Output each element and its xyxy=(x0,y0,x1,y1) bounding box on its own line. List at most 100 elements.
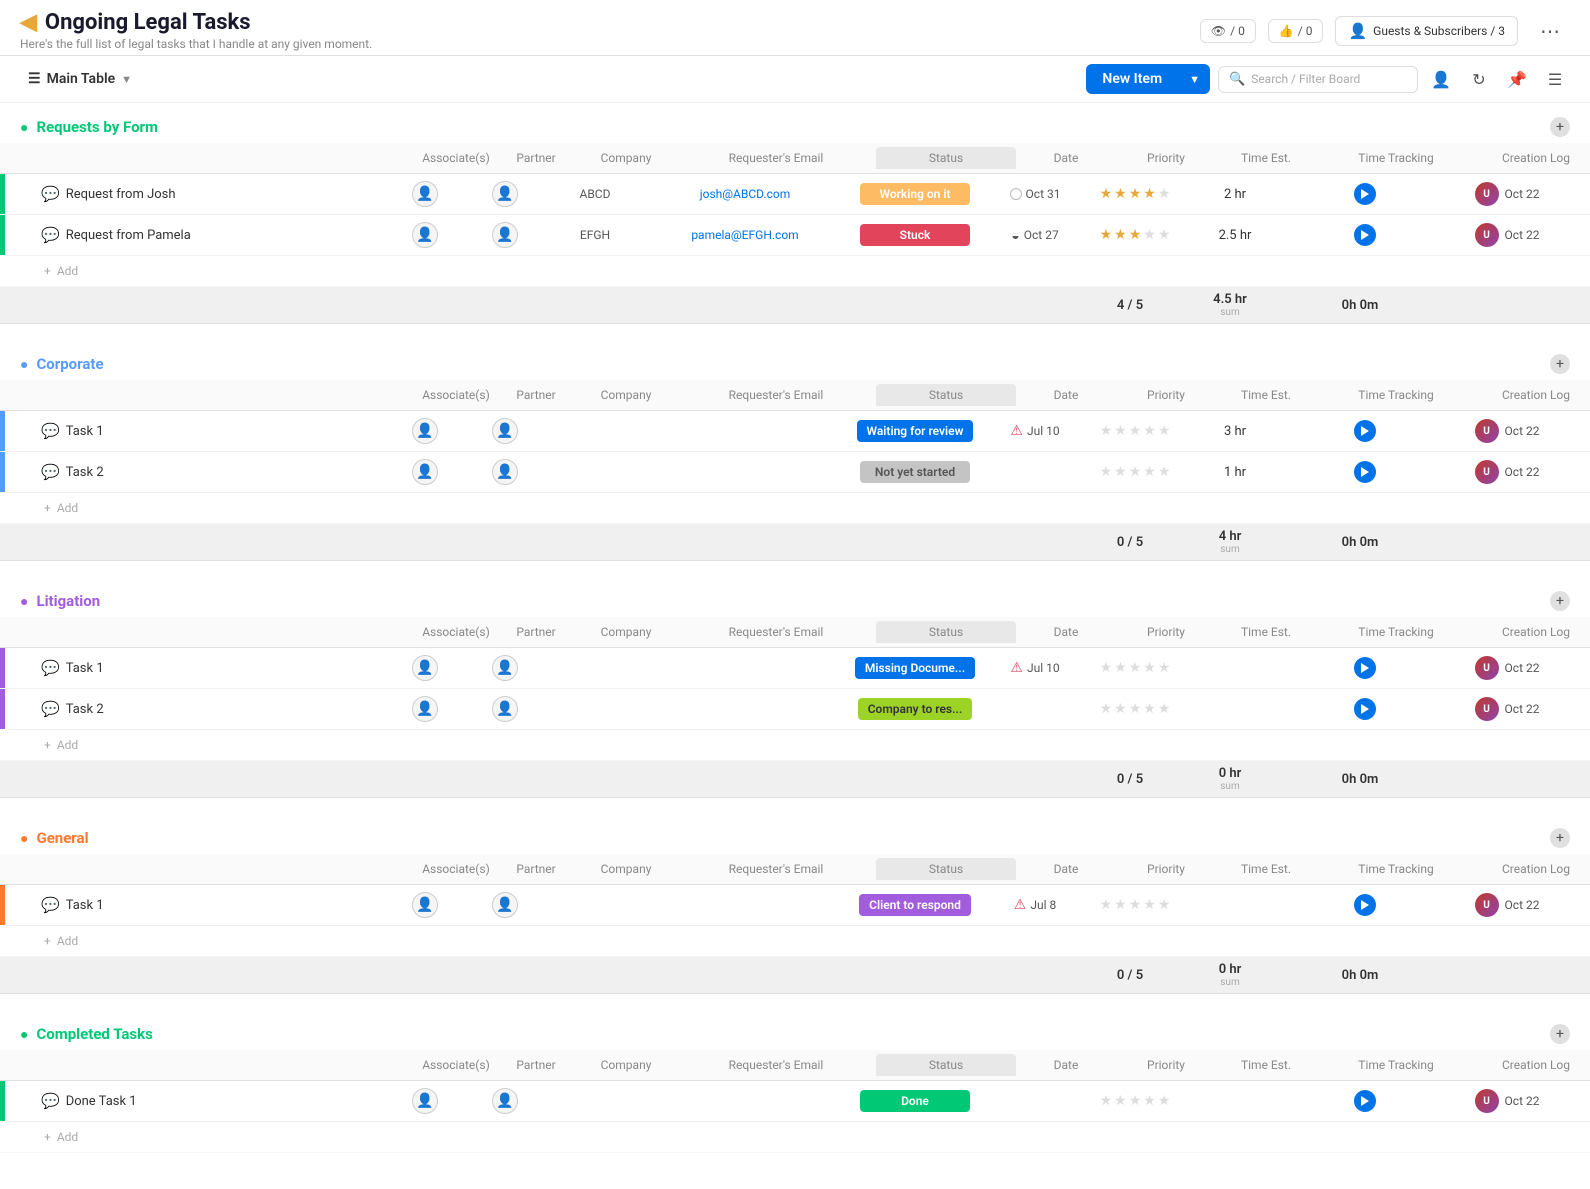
add-row-button[interactable]: + Add xyxy=(0,926,1590,957)
summary-empty-name xyxy=(0,287,380,323)
play-button[interactable] xyxy=(1354,1090,1376,1112)
status-badge[interactable]: Working on it xyxy=(860,183,970,205)
add-row-button[interactable]: + Add xyxy=(0,493,1590,524)
col-status: Status xyxy=(876,858,1016,880)
refresh-icon-button[interactable]: ↻ xyxy=(1464,64,1494,94)
group-title[interactable]: Litigation xyxy=(36,592,100,610)
status-cell[interactable]: Missing Docume... xyxy=(845,648,985,688)
group-title[interactable]: Completed Tasks xyxy=(36,1025,152,1043)
play-button[interactable] xyxy=(1354,420,1376,442)
time-track-cell xyxy=(1354,420,1376,442)
search-box[interactable]: 🔍 Search / Filter Board xyxy=(1218,66,1418,93)
play-button[interactable] xyxy=(1354,894,1376,916)
summary-empty-creation xyxy=(1440,957,1560,993)
group-toggle-icon[interactable]: ● xyxy=(20,1026,28,1043)
group-toggle-icon[interactable]: ● xyxy=(20,119,28,136)
email-cell: pamela@EFGH.com xyxy=(645,215,845,255)
group-add-button[interactable]: + xyxy=(1550,828,1570,848)
summary-priority: 0 / 5 xyxy=(1080,524,1180,560)
status-badge[interactable]: Done xyxy=(860,1090,970,1112)
new-item-dropdown-icon[interactable]: ▼ xyxy=(1179,66,1210,93)
creation-log-cell: U Oct 22 xyxy=(1471,656,1540,680)
summary-time-est: 4.5 hr sum xyxy=(1180,287,1280,323)
group-add-button[interactable]: + xyxy=(1550,117,1570,137)
partner-cell: 👤 xyxy=(465,411,545,451)
col-time-tracking: Time Tracking xyxy=(1316,621,1476,643)
status-badge[interactable]: Waiting for review xyxy=(857,420,974,442)
summary-empty-assoc xyxy=(380,957,460,993)
col-email: Requester's Email xyxy=(676,147,876,169)
chat-icon[interactable]: 💬 xyxy=(41,1092,60,1110)
play-button[interactable] xyxy=(1354,461,1376,483)
summary-time-tracking-value: 0h 0m xyxy=(1342,772,1379,787)
alert-icon: ⚠ xyxy=(1014,897,1027,913)
time-tracking-cell xyxy=(1285,689,1445,729)
stars: ★★★★★ xyxy=(1100,1093,1171,1109)
group-title[interactable]: General xyxy=(36,829,88,847)
associates-cell: 👤 xyxy=(385,648,465,688)
group-add-button[interactable]: + xyxy=(1550,354,1570,374)
status-cell[interactable]: Waiting for review xyxy=(845,411,985,451)
status-badge[interactable]: Not yet started xyxy=(860,461,970,483)
chat-icon[interactable]: 💬 xyxy=(41,463,60,481)
email-link[interactable]: josh@ABCD.com xyxy=(700,187,791,201)
chat-icon[interactable]: 💬 xyxy=(41,226,60,244)
summary-empty-status xyxy=(840,524,980,560)
add-row-button[interactable]: + Add xyxy=(0,1122,1590,1153)
company-cell: ABCD xyxy=(545,174,645,214)
partner-cell: 👤 xyxy=(465,885,545,925)
group-add-button[interactable]: + xyxy=(1550,1024,1570,1044)
chat-icon[interactable]: 💬 xyxy=(41,896,60,914)
col-name xyxy=(36,154,416,162)
more-options-button[interactable]: ⋯ xyxy=(1530,15,1570,47)
star-filled: ★ xyxy=(1129,186,1142,202)
chat-icon[interactable]: 💬 xyxy=(41,659,60,677)
group-title[interactable]: Requests by Form xyxy=(36,118,158,136)
status-badge[interactable]: Client to respond xyxy=(859,894,971,916)
play-button[interactable] xyxy=(1354,224,1376,246)
creation-date: Oct 22 xyxy=(1505,424,1540,438)
group-toggle-icon[interactable]: ● xyxy=(20,356,28,373)
email-link[interactable]: pamela@EFGH.com xyxy=(691,228,798,242)
chat-icon[interactable]: 💬 xyxy=(41,422,60,440)
status-badge[interactable]: Missing Docume... xyxy=(855,657,975,679)
group-toggle-icon[interactable]: ● xyxy=(20,593,28,610)
summary-priority: 4 / 5 xyxy=(1080,287,1180,323)
status-cell[interactable]: Company to res... xyxy=(845,689,985,729)
play-button[interactable] xyxy=(1354,698,1376,720)
status-badge[interactable]: Stuck xyxy=(860,224,970,246)
company-cell xyxy=(545,648,645,688)
add-row-button[interactable]: + Add xyxy=(0,256,1590,287)
status-cell[interactable]: Done xyxy=(845,1081,985,1121)
status-badge[interactable]: Company to res... xyxy=(858,698,973,720)
user-icon-button[interactable]: 👤 xyxy=(1426,64,1456,94)
group-title[interactable]: Corporate xyxy=(36,355,103,373)
play-button[interactable] xyxy=(1354,183,1376,205)
add-row-button[interactable]: + Add xyxy=(0,730,1590,761)
new-item-button[interactable]: New Item ▼ xyxy=(1086,64,1210,94)
status-cell[interactable]: Stuck xyxy=(845,215,985,255)
filter-icon-button[interactable]: ☰ xyxy=(1540,64,1570,94)
group-add-button[interactable]: + xyxy=(1550,591,1570,611)
pin-icon-button[interactable]: 📌 xyxy=(1502,64,1532,94)
play-button[interactable] xyxy=(1354,657,1376,679)
summary-time-tracking: 0h 0m xyxy=(1280,957,1440,993)
creation-log-cell-wrapper: U Oct 22 xyxy=(1445,411,1565,451)
group-toggle-icon[interactable]: ● xyxy=(20,830,28,847)
likes-button[interactable]: 👍 / 0 xyxy=(1268,19,1324,43)
status-cell[interactable]: Client to respond xyxy=(845,885,985,925)
views-button[interactable]: 👁 / 0 xyxy=(1200,19,1256,43)
star-empty: ★ xyxy=(1114,423,1127,439)
chat-icon[interactable]: 💬 xyxy=(41,700,60,718)
main-table-button[interactable]: ☰ Main Table ▼ xyxy=(20,67,140,91)
add-label: Add xyxy=(57,738,78,752)
col-associates: Associate(s) xyxy=(416,621,496,643)
email-cell xyxy=(645,648,845,688)
guests-button[interactable]: 👤 Guests & Subscribers / 3 xyxy=(1335,16,1518,46)
row-name-cell: 💬 Task 1 xyxy=(5,648,385,688)
creation-avatar: U xyxy=(1475,656,1499,680)
chat-icon[interactable]: 💬 xyxy=(41,185,60,203)
summary-empty-name xyxy=(0,957,380,993)
status-cell[interactable]: Not yet started xyxy=(845,452,985,492)
status-cell[interactable]: Working on it xyxy=(845,174,985,214)
